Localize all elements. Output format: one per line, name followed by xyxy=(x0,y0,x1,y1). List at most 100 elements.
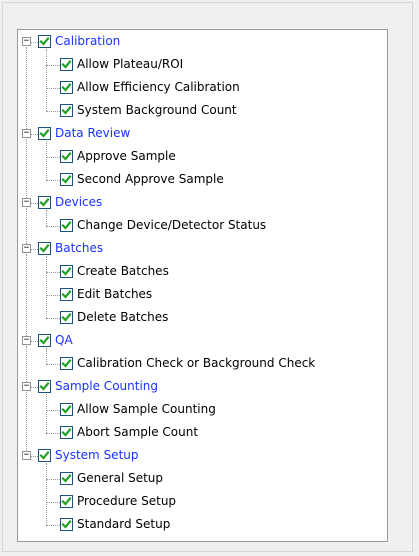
permission-checkbox[interactable] xyxy=(60,426,73,439)
group-checkbox[interactable] xyxy=(38,35,51,48)
tree-item-label[interactable]: Procedure Setup xyxy=(76,494,177,509)
tree-group-label[interactable]: System Setup xyxy=(54,448,140,463)
checkmark-icon xyxy=(39,197,50,207)
permission-checkbox[interactable] xyxy=(60,150,73,163)
checkmark-icon xyxy=(61,82,72,92)
checkmark-icon xyxy=(39,335,50,345)
tree-group-label[interactable]: Calibration xyxy=(54,34,121,49)
checkmark-icon xyxy=(61,220,72,230)
permission-checkbox[interactable] xyxy=(60,495,73,508)
permission-checkbox[interactable] xyxy=(60,81,73,94)
collapse-toggle-icon[interactable]: − xyxy=(22,451,31,460)
tree-connector xyxy=(46,48,47,111)
checkmark-icon xyxy=(39,36,50,46)
tree-group-label[interactable]: Batches xyxy=(54,241,104,256)
tree-item-label[interactable]: Standard Setup xyxy=(76,517,171,532)
permission-checkbox[interactable] xyxy=(60,357,73,370)
tree-connector xyxy=(46,502,60,503)
permission-checkbox[interactable] xyxy=(60,173,73,186)
tree-group-label[interactable]: Sample Counting xyxy=(54,379,159,394)
tree-connector xyxy=(46,157,60,158)
tree-connector xyxy=(46,65,60,66)
group-checkbox[interactable] xyxy=(38,242,51,255)
tree-connector xyxy=(31,387,38,388)
tree-item-label[interactable]: Approve Sample xyxy=(76,149,177,164)
tree-item-label[interactable]: Create Batches xyxy=(76,264,170,279)
tree-connector xyxy=(46,525,60,526)
checkmark-icon xyxy=(61,312,72,322)
permission-checkbox[interactable] xyxy=(60,219,73,232)
tree-connector xyxy=(26,391,27,451)
permission-checkbox[interactable] xyxy=(60,58,73,71)
tree-connector xyxy=(31,249,38,250)
collapse-toggle-icon[interactable]: − xyxy=(22,244,31,253)
tree-group-label[interactable]: QA xyxy=(54,333,74,348)
checkmark-icon xyxy=(61,358,72,368)
group-checkbox[interactable] xyxy=(38,334,51,347)
tree-connector xyxy=(31,341,38,342)
permission-checkbox[interactable] xyxy=(60,403,73,416)
permission-checkbox[interactable] xyxy=(60,265,73,278)
permission-checkbox[interactable] xyxy=(60,288,73,301)
permission-checkbox[interactable] xyxy=(60,518,73,531)
collapse-toggle-icon[interactable]: − xyxy=(22,129,31,138)
tree-item-label[interactable]: Delete Batches xyxy=(76,310,169,325)
checkmark-icon xyxy=(39,243,50,253)
tree-item-label[interactable]: Change Device/Detector Status xyxy=(76,218,267,233)
group-checkbox[interactable] xyxy=(38,196,51,209)
tree-connector xyxy=(46,479,60,480)
group-checkbox[interactable] xyxy=(38,380,51,393)
tree-connector xyxy=(46,347,47,364)
tree-item-label[interactable]: Allow Sample Counting xyxy=(76,402,217,417)
tree-connector xyxy=(46,462,47,525)
group-checkbox[interactable] xyxy=(38,127,51,140)
group-checkbox[interactable] xyxy=(38,449,51,462)
checkmark-icon xyxy=(61,427,72,437)
checkmark-icon xyxy=(61,404,72,414)
collapse-toggle-icon[interactable]: − xyxy=(22,198,31,207)
tree-group-label[interactable]: Devices xyxy=(54,195,103,210)
tree-item-label[interactable]: Second Approve Sample xyxy=(76,172,225,187)
tree-connector xyxy=(31,203,38,204)
tree-connector xyxy=(46,295,60,296)
tree-connector xyxy=(46,272,60,273)
tree-item-label[interactable]: Edit Batches xyxy=(76,287,153,302)
tree-connector xyxy=(46,140,47,180)
permissions-panel: − Calibration Allow Plateau/ROI Allow Effic… xyxy=(2,2,413,552)
checkmark-icon xyxy=(61,59,72,69)
tree-item-label[interactable]: Calibration Check or Background Check xyxy=(76,356,316,371)
checkmark-icon xyxy=(61,174,72,184)
checkmark-icon xyxy=(61,151,72,161)
tree-item-label[interactable]: Allow Efficiency Calibration xyxy=(76,80,241,95)
tree-connector xyxy=(46,318,60,319)
tree-item-label[interactable]: Allow Plateau/ROI xyxy=(76,57,184,72)
collapse-toggle-icon[interactable]: − xyxy=(22,382,31,391)
tree-connector xyxy=(46,209,47,226)
permission-checkbox[interactable] xyxy=(60,472,73,485)
tree-connector xyxy=(26,253,27,336)
checkmark-icon xyxy=(61,289,72,299)
tree-item-label[interactable]: System Background Count xyxy=(76,103,238,118)
tree-connector xyxy=(46,433,60,434)
checkmark-icon xyxy=(39,128,50,138)
tree-connector xyxy=(26,207,27,244)
permission-checkbox[interactable] xyxy=(60,104,73,117)
collapse-toggle-icon[interactable]: − xyxy=(22,37,31,46)
tree-connector xyxy=(46,111,60,112)
permission-checkbox[interactable] xyxy=(60,311,73,324)
tree-connector xyxy=(26,46,27,129)
tree-connector xyxy=(46,88,60,89)
checkmark-icon xyxy=(61,496,72,506)
checkmark-icon xyxy=(61,473,72,483)
tree-connector xyxy=(26,138,27,198)
tree-group-label[interactable]: Data Review xyxy=(54,126,131,141)
checkmark-icon xyxy=(61,266,72,276)
tree-connector xyxy=(46,226,60,227)
checkmark-icon xyxy=(39,450,50,460)
checkmark-icon xyxy=(61,105,72,115)
collapse-toggle-icon[interactable]: − xyxy=(22,336,31,345)
permissions-tree[interactable]: − Calibration Allow Plateau/ROI Allow Effic… xyxy=(17,29,388,542)
tree-connector xyxy=(46,393,47,433)
tree-item-label[interactable]: General Setup xyxy=(76,471,164,486)
tree-item-label[interactable]: Abort Sample Count xyxy=(76,425,199,440)
